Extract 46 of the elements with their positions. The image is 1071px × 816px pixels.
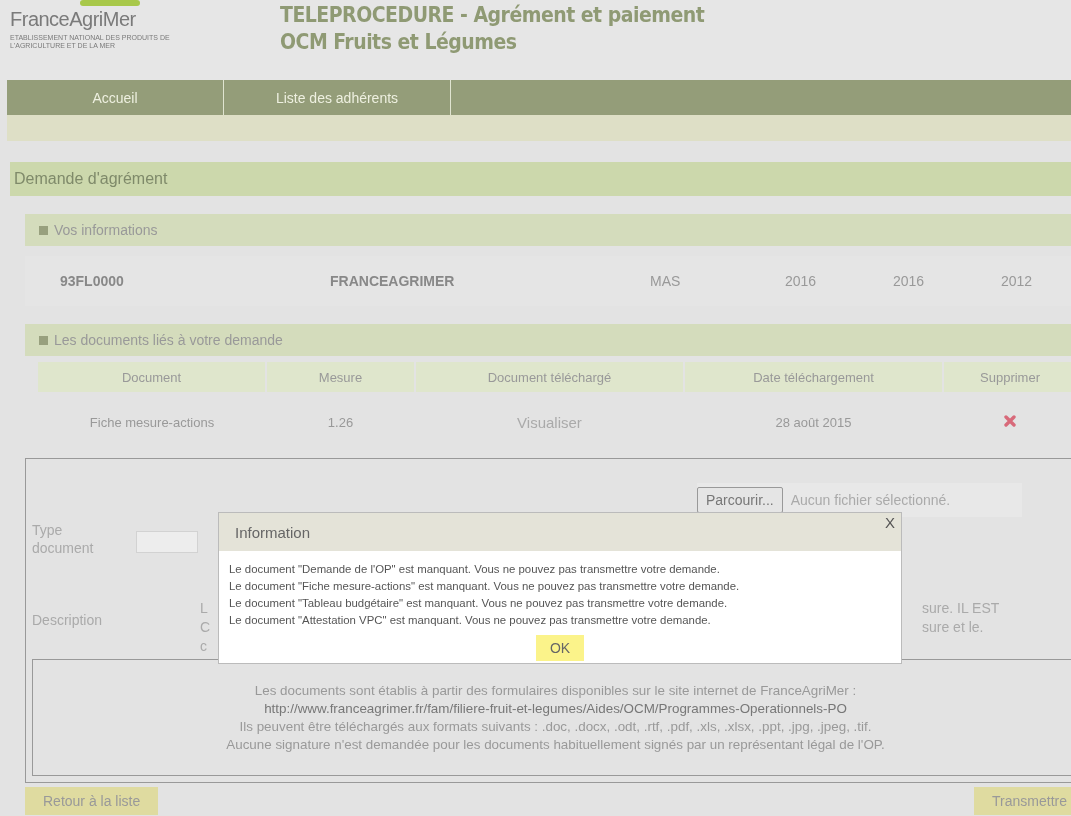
input-field[interactable] xyxy=(136,531,198,553)
info-value: MAS xyxy=(650,273,682,289)
close-button[interactable]: X xyxy=(881,514,899,531)
info-value: FRANCEAGRIMER xyxy=(330,273,456,289)
description-text: L xyxy=(200,599,209,618)
description-text: sure. IL EST xyxy=(922,599,1001,618)
site-title: TELEPROCEDURE - Agrément et paiement xyxy=(280,2,705,29)
back-button[interactable]: Retour à la liste xyxy=(25,787,159,815)
column-header: Date téléchargement xyxy=(684,362,943,392)
info-value: 2016 xyxy=(785,273,818,289)
notice-text: Les documents sont établis à partir des formulaires disponibles sur le site internet de FranceAgriMer : xyxy=(254,681,857,700)
dialog-message: Le document "Tableau budgétaire" est manquant. Vous ne pouvez pas transmettre votre demande. xyxy=(229,596,729,611)
logo: FranceAgriMer xyxy=(10,7,137,32)
table-cell: Fiche mesure-actions xyxy=(38,392,266,452)
delete-icon[interactable] xyxy=(1004,414,1016,427)
file-status: Aucun fichier sélectionné. xyxy=(790,492,951,508)
column-header: Document téléchargé xyxy=(415,362,684,392)
dialog-title: Information xyxy=(235,523,311,541)
column-header: Supprimer xyxy=(943,362,1071,392)
site-title: OCM Fruits et Légumes xyxy=(280,29,518,56)
dialog-message: Le document "Fiche mesure-actions" est manquant. Vous ne pouvez pas transmettre votre demande. xyxy=(229,579,741,594)
view-link[interactable]: Visualiser xyxy=(517,413,582,431)
dialog-message: Le document "Attestation VPC" est manquant. Vous ne pouvez pas transmettre votre demande. xyxy=(229,613,712,628)
description-text: C xyxy=(200,618,211,637)
column-header: Mesure xyxy=(266,362,415,392)
column-header: Document xyxy=(38,362,266,392)
section-title: Demande d'agrément xyxy=(10,162,1071,196)
field-label: Type document xyxy=(32,521,95,557)
logo-mark-icon xyxy=(80,0,140,6)
description-text: sure et le. xyxy=(922,618,985,637)
submit-button[interactable]: Transmettre xyxy=(974,787,1071,815)
panel-header: Les documents liés à votre demande xyxy=(25,324,1071,356)
table-cell: 28 août 2015 xyxy=(684,392,943,452)
field-label: Description xyxy=(32,611,104,630)
info-value: 2016 xyxy=(893,273,926,289)
notice-text: Ils peuvent être téléchargés aux formats suivants : .doc, .docx, .odt, .rtf, .pdf, .xls, .xlsx, .ppt, .jpg, .jpeg, .tif. xyxy=(239,717,872,736)
notice-text: Aucune signature n'est demandée pour les documents habituellement signés par un représentant légal de l'OP. xyxy=(226,735,885,754)
browse-button[interactable]: Parcourir... xyxy=(697,487,783,513)
info-value: 93FL0000 xyxy=(60,273,125,289)
panel-header: Vos informations xyxy=(25,214,1071,246)
info-value: 2012 xyxy=(1001,273,1034,289)
table-cell: 1.26 xyxy=(266,392,415,452)
dialog-message: Le document "Demande de l'OP" est manquant. Vous ne pouvez pas transmettre votre demande. xyxy=(229,562,721,577)
ok-button[interactable]: OK xyxy=(535,635,585,661)
description-text: c xyxy=(200,637,208,656)
notice-text: http://www.franceagrimer.fr/fam/filiere-fruit-et-legumes/Aides/OCM/Programmes-Operationnels-PO xyxy=(264,699,847,718)
